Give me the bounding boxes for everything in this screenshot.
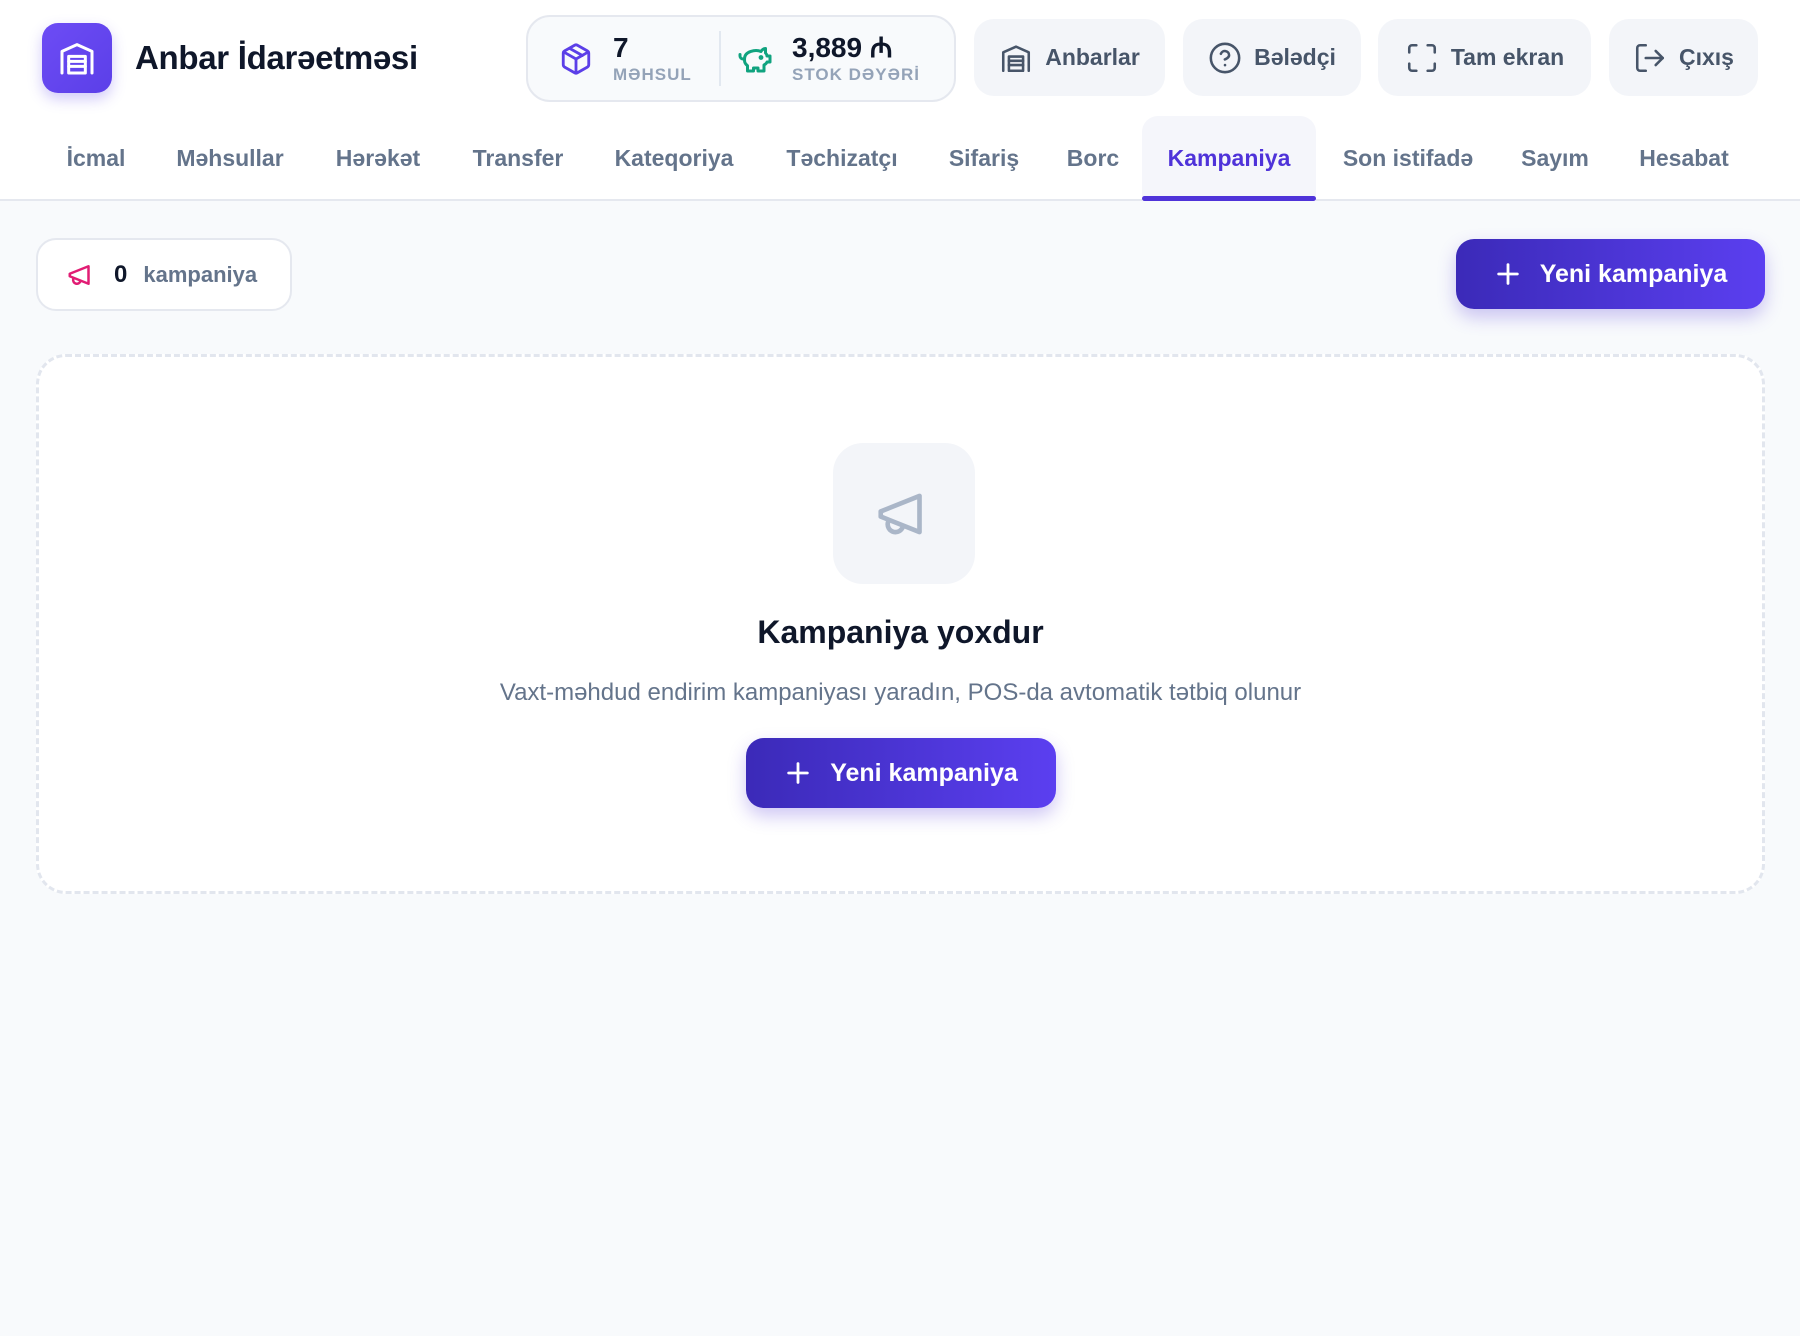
tab-label: Sayım — [1521, 145, 1589, 171]
tab-debt[interactable]: Borc — [1052, 116, 1134, 201]
tab-supplier[interactable]: Təchizatçı — [768, 116, 916, 201]
tab-reports[interactable]: Hesabat — [1622, 116, 1746, 201]
warehouse-icon — [1002, 44, 1031, 72]
brand: Anbar İdarəetməsi — [42, 23, 418, 93]
warehouse-icon — [42, 23, 112, 93]
tab-products[interactable]: Məhsullar — [155, 116, 305, 201]
app-header: Anbar İdarəetməsi 7 MƏHSUL 3,889 ₼ STOK … — [0, 0, 1800, 201]
campaign-count-label: kampaniya — [143, 261, 258, 287]
tab-label: Son istifadə — [1342, 145, 1474, 171]
empty-state-description: Vaxt-məhdud endirim kampaniyası yaradın,… — [499, 679, 1302, 706]
stat-products-label: MƏHSUL — [613, 64, 692, 84]
stat-products-value: 7 — [613, 31, 629, 63]
tab-transfer[interactable]: Transfer — [455, 116, 581, 201]
new-campaign-button-label: Yeni kampaniya — [1539, 259, 1728, 288]
fullscreen-button[interactable]: Tam ekran — [1378, 19, 1591, 96]
logout-button-label: Çıxış — [1679, 44, 1734, 70]
fullscreen-icon — [1407, 43, 1436, 72]
tab-label: Məhsullar — [176, 145, 284, 171]
empty-state-new-campaign-button[interactable]: Yeni kampaniya — [746, 738, 1056, 808]
tab-label: Hesabat — [1639, 145, 1729, 171]
empty-state-card: Kampaniya yoxdur Vaxt-məhdud endirim kam… — [36, 354, 1765, 894]
tab-expiry[interactable]: Son istifadə — [1328, 116, 1488, 201]
logout-icon — [1635, 43, 1665, 72]
megaphone-icon — [833, 443, 975, 584]
plus-icon — [1496, 263, 1519, 285]
help-circle-icon — [1209, 42, 1241, 73]
piggy-bank-icon — [737, 41, 773, 77]
guide-button-label: Bələdçi — [1254, 44, 1336, 70]
logout-button[interactable]: Çıxış — [1609, 19, 1758, 96]
app-title: Anbar İdarəetməsi — [135, 39, 418, 76]
tab-campaign[interactable]: Kampaniya — [1142, 116, 1316, 201]
plus-icon — [787, 762, 809, 784]
stat-stock-value: 3,889 ₼ STOK DƏYƏRİ — [721, 17, 920, 100]
new-campaign-button[interactable]: Yeni kampaniya — [1456, 239, 1765, 309]
box-icon — [558, 41, 594, 77]
fullscreen-button-label: Tam ekran — [1450, 44, 1565, 70]
guide-button[interactable]: Bələdçi — [1183, 19, 1361, 96]
campaign-count-badge: 0 kampaniya — [36, 238, 292, 311]
tab-label: Kampaniya — [1167, 145, 1291, 171]
stats-panel: 7 MƏHSUL 3,889 ₼ STOK DƏYƏRİ — [526, 15, 956, 102]
tab-stock-count[interactable]: Sayım — [1504, 116, 1606, 201]
tab-label: Hərəkət — [335, 145, 421, 171]
tab-label: Borc — [1066, 145, 1120, 171]
stat-products: 7 MƏHSUL — [528, 17, 719, 100]
main-tabs: İcmal Məhsullar Hərəkət Transfer Kateqor… — [0, 116, 1800, 201]
warehouses-button-label: Anbarlar — [1045, 44, 1140, 70]
tab-label: İcmal — [66, 145, 126, 171]
tab-label: Sifariş — [948, 145, 1020, 171]
tab-orders[interactable]: Sifariş — [930, 116, 1038, 201]
megaphone-icon — [68, 264, 90, 285]
tab-category[interactable]: Kateqoriya — [595, 116, 753, 201]
empty-state-button-label: Yeni kampaniya — [830, 758, 1018, 787]
tab-label: Təchizatçı — [786, 145, 898, 171]
campaign-count: 0 — [114, 260, 128, 288]
tab-overview[interactable]: İcmal — [45, 116, 147, 201]
stat-stock-value-amount: 3,889 ₼ — [792, 31, 893, 63]
warehouses-button[interactable]: Anbarlar — [974, 19, 1165, 96]
tab-label: Transfer — [472, 145, 564, 171]
tab-label: Kateqoriya — [614, 145, 734, 171]
stat-stock-value-label: STOK DƏYƏRİ — [792, 64, 920, 84]
tab-movements[interactable]: Hərəkət — [315, 116, 441, 201]
empty-state-title: Kampaniya yoxdur — [757, 614, 1044, 650]
